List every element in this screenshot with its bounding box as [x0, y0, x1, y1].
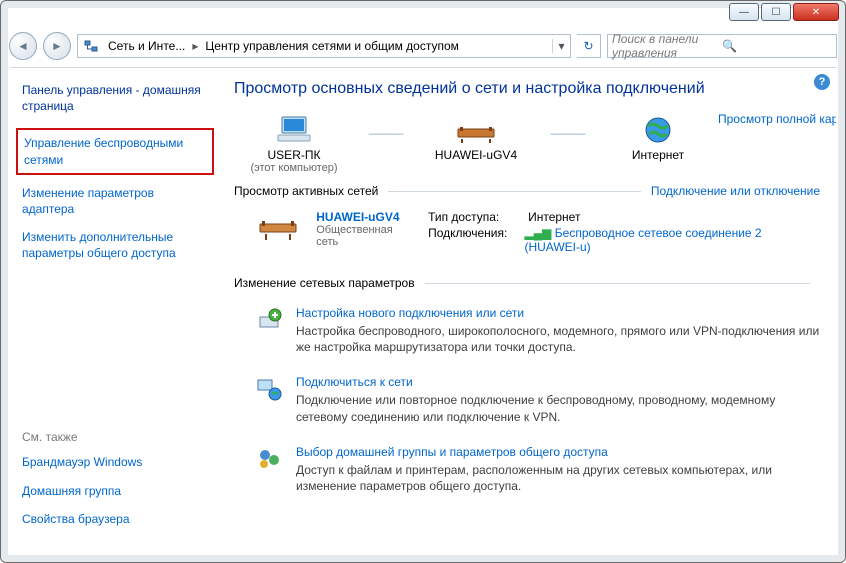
sidebar-link-sharing-settings[interactable]: Изменить дополнительные параметры общего… [22, 229, 208, 261]
prop-value: Интернет [528, 210, 580, 224]
sidebar-home-link[interactable]: Панель управления - домашняя страница [22, 82, 208, 114]
task-description: Настройка беспроводного, широкополосного… [296, 323, 820, 355]
router-icon [416, 112, 536, 148]
map-node-sublabel: (этот компьютер) [234, 162, 354, 174]
active-networks-header: Просмотр активных сетей Подключение или … [234, 184, 820, 198]
breadcrumb-dropdown[interactable]: ▾ [552, 39, 570, 53]
connect-disconnect-link[interactable]: Подключение или отключение [651, 184, 820, 198]
connection-link[interactable]: Беспроводное сетевое соединение 2 (HUAWE… [524, 226, 761, 254]
map-connector: — — — [360, 112, 410, 140]
connect-icon [254, 375, 284, 403]
sidebar-link-adapter-settings[interactable]: Изменение параметров адаптера [22, 185, 208, 217]
forward-button[interactable]: ► [43, 32, 71, 60]
body: Панель управления - домашняя страница Уп… [10, 67, 836, 553]
sidebar: Панель управления - домашняя страница Уп… [10, 68, 220, 553]
content-pane: ? Просмотр основных сведений о сети и на… [220, 68, 836, 553]
sidebar-link-homegroup[interactable]: Домашняя группа [22, 483, 208, 499]
search-icon: 🔍 [722, 39, 832, 53]
maximize-button[interactable]: ☐ [761, 3, 791, 21]
change-settings-header: Изменение сетевых параметров [234, 276, 820, 290]
map-node-label: Интернет [598, 148, 718, 162]
homegroup-icon [254, 445, 284, 473]
prop-key: Подключения: [428, 226, 524, 254]
minimize-button[interactable]: — [729, 3, 759, 21]
breadcrumb-segment[interactable]: Сеть и Инте... [104, 39, 189, 53]
map-node-label: USER-ПК [234, 148, 354, 162]
section-label: Изменение сетевых параметров [234, 276, 415, 290]
network-icon [82, 37, 100, 55]
network-properties: Тип доступа: Интернет Подключения: ▂▄▆ Б… [428, 210, 820, 256]
sidebar-link-browser-properties[interactable]: Свойства браузера [22, 511, 208, 527]
search-input[interactable]: Поиск в панели управления 🔍 [607, 34, 837, 58]
task-connect-network[interactable]: Подключиться к сети Подключение или повт… [234, 369, 820, 438]
section-label: Просмотр активных сетей [234, 184, 378, 198]
prop-key: Тип доступа: [428, 210, 528, 224]
search-placeholder: Поиск в панели управления [612, 32, 722, 60]
active-network-entry: HUAWEI-uGV4 Общественная сеть Тип доступ… [234, 206, 820, 270]
network-type-label: Общественная сеть [316, 224, 414, 248]
signal-icon: ▂▄▆ [524, 226, 551, 240]
network-category-icon [254, 210, 302, 256]
chevron-right-icon[interactable]: ▸ [189, 39, 201, 53]
full-map-link[interactable]: Просмотр полной карты [718, 112, 836, 126]
sidebar-see-also-label: См. также [22, 430, 208, 444]
network-map: USER-ПК (этот компьютер) — — — [234, 112, 820, 174]
globe-icon [598, 112, 718, 148]
task-title: Настройка нового подключения или сети [296, 306, 820, 320]
task-description: Доступ к файлам и принтерам, расположенн… [296, 462, 820, 494]
breadcrumb[interactable]: Сеть и Инте... ▸ Центр управления сетями… [77, 34, 571, 58]
titlebar: — ☐ ✕ [1, 1, 845, 29]
map-node-internet[interactable]: Интернет [598, 112, 718, 162]
navigation-bar: ◄ ► Сеть и Инте... ▸ Центр управления се… [9, 29, 837, 63]
refresh-icon: ↻ [583, 39, 593, 53]
back-button[interactable]: ◄ [9, 32, 37, 60]
page-title: Просмотр основных сведений о сети и наст… [234, 80, 820, 98]
close-button[interactable]: ✕ [793, 3, 839, 21]
network-name-link[interactable]: HUAWEI-uGV4 [316, 210, 414, 224]
task-new-connection[interactable]: Настройка нового подключения или сети На… [234, 300, 820, 369]
breadcrumb-segment[interactable]: Центр управления сетями и общим доступом [201, 39, 463, 53]
task-homegroup-sharing[interactable]: Выбор домашней группы и параметров общег… [234, 439, 820, 508]
control-panel-window: — ☐ ✕ ◄ ► Сеть и Инте... ▸ Центр управле… [0, 0, 846, 563]
map-node-router[interactable]: HUAWEI-uGV4 [416, 112, 536, 162]
computer-icon [234, 112, 354, 148]
task-description: Подключение или повторное подключение к … [296, 392, 820, 424]
new-connection-icon [254, 306, 284, 334]
sidebar-link-firewall[interactable]: Брандмауэр Windows [22, 454, 208, 470]
sidebar-link-wireless[interactable]: Управление беспроводными сетями [16, 128, 214, 174]
map-connector: — — — [542, 112, 592, 140]
help-icon[interactable]: ? [814, 74, 830, 90]
task-title: Подключиться к сети [296, 375, 820, 389]
map-node-this-pc[interactable]: USER-ПК (этот компьютер) [234, 112, 354, 174]
refresh-button[interactable]: ↻ [577, 34, 601, 58]
task-title: Выбор домашней группы и параметров общег… [296, 445, 820, 459]
map-node-label: HUAWEI-uGV4 [416, 148, 536, 162]
